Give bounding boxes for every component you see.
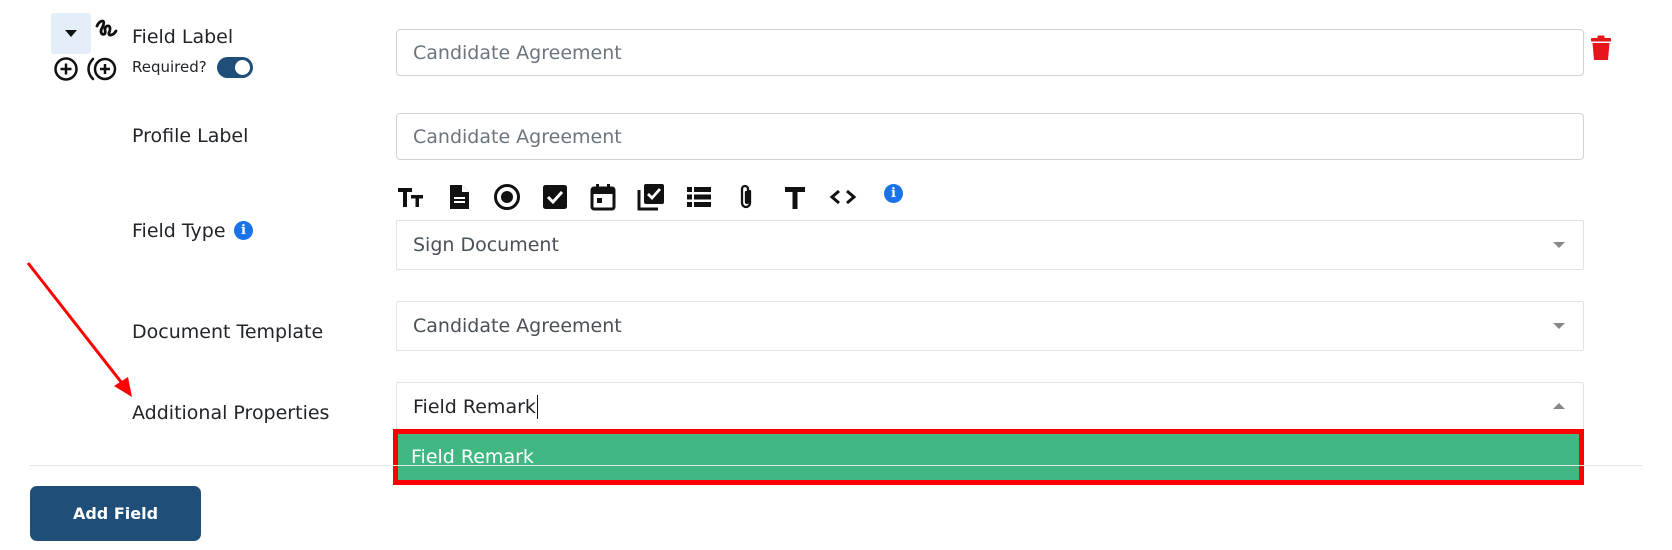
required-toggle[interactable] (217, 57, 253, 78)
add-nested-field-icon[interactable] (86, 56, 118, 82)
collapse-toggle-button[interactable] (51, 13, 91, 54)
document-template-label: Document Template (132, 321, 324, 343)
field-type-help-icon[interactable]: i (234, 221, 253, 240)
divider (30, 465, 1642, 466)
multi-checkbox-icon[interactable] (636, 182, 666, 212)
field-label-input-value: Candidate Agreement (413, 41, 622, 64)
field-type-info-icon[interactable]: i (884, 184, 903, 203)
document-template-selected-value: Candidate Agreement (413, 315, 622, 337)
attachment-icon[interactable] (732, 182, 762, 212)
chevron-down-icon (1553, 323, 1565, 329)
profile-label-input[interactable]: Candidate Agreement (396, 113, 1584, 160)
delete-field-icon[interactable] (1590, 35, 1612, 61)
required-label: Required? (132, 58, 207, 76)
add-field-below-icon[interactable] (53, 56, 79, 82)
chevron-up-icon (1553, 403, 1565, 409)
profile-label-label: Profile Label (132, 125, 249, 147)
document-template-select[interactable]: Candidate Agreement (396, 301, 1584, 351)
list-icon[interactable] (684, 182, 714, 212)
checkbox-icon[interactable] (540, 182, 570, 212)
field-type-label: Field Type (132, 220, 226, 242)
text-icon[interactable] (780, 182, 810, 212)
add-field-button[interactable]: Add Field (30, 486, 201, 541)
code-icon[interactable] (828, 182, 858, 212)
annotation-arrow (26, 262, 132, 397)
text-cursor (536, 395, 538, 419)
caret-down-icon (65, 30, 77, 37)
additional-properties-search[interactable]: Field Remark (396, 382, 1584, 432)
calendar-icon[interactable] (588, 182, 618, 212)
document-icon[interactable] (444, 182, 474, 212)
field-label-input[interactable]: Candidate Agreement (396, 29, 1584, 76)
field-label-label: Field Label (132, 26, 234, 48)
dropdown-option-field-remark[interactable]: Field Remark (396, 432, 1580, 482)
signature-icon (93, 16, 119, 44)
radio-icon[interactable] (492, 182, 522, 212)
profile-label-input-value: Candidate Agreement (413, 125, 622, 148)
additional-properties-label: Additional Properties (132, 402, 330, 424)
field-type-select[interactable]: Sign Document (396, 220, 1584, 270)
text-size-icon[interactable] (396, 182, 426, 212)
chevron-down-icon (1553, 242, 1565, 248)
additional-properties-search-value: Field Remark (413, 396, 536, 418)
toggle-knob (235, 60, 250, 75)
field-type-selected-value: Sign Document (413, 234, 559, 256)
